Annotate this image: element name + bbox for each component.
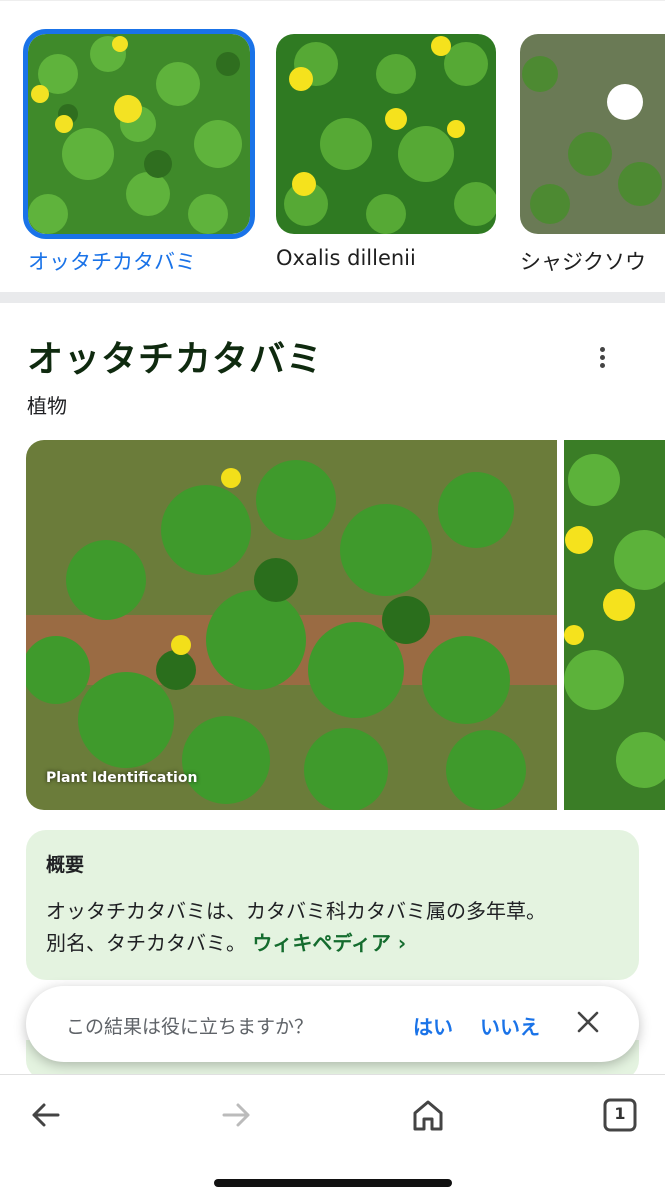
carousel-item-shajikusou[interactable]: シャジクソウ (520, 34, 665, 276)
tab-count: 1 (614, 1104, 626, 1123)
carousel-item-label: オッタチカタバミ (28, 250, 196, 274)
related-carousel: オッタチカタバミ Oxalis dillenii シャジクソウ (0, 0, 665, 292)
wikipedia-link[interactable]: ウィキペディア › (252, 931, 406, 955)
overview-line-1: オッタチカタバミは、カタバミ科カタバミ属の多年草。 (46, 899, 546, 923)
overview-heading: 概要 (46, 854, 85, 876)
more-options-icon[interactable] (592, 345, 612, 373)
carousel-item-otachi[interactable]: オッタチカタバミ (23, 29, 255, 276)
home-indicator (214, 1179, 452, 1187)
overview-line-2-text: 別名、タチカタバミ。 (46, 931, 246, 955)
browser-toolbar: 1 (0, 1074, 665, 1200)
entity-subtitle: 植物 (27, 394, 67, 418)
clover-thumbnail (520, 34, 665, 234)
carousel-item-label: シャジクソウ (520, 250, 646, 274)
carousel-item-oxalis-dillenii[interactable]: Oxalis dillenii (276, 34, 496, 270)
secondary-plant-image[interactable] (564, 440, 665, 810)
main-plant-image[interactable]: Plant Identification (26, 440, 557, 810)
overview-line-2: 別名、タチカタバミ。 ウィキペディア › (46, 927, 619, 959)
home-icon[interactable] (408, 1095, 448, 1135)
feedback-prompt: この結果は役に立ちますか？ はい いいえ (26, 986, 639, 1062)
entity-title: オッタチカタバミ (27, 339, 324, 380)
page: オッタチカタバミ Oxalis dillenii シャジクソウ オッタチカタバミ… (0, 0, 665, 1200)
feedback-no-button[interactable]: いいえ (480, 1011, 540, 1040)
clover-thumbnail (23, 29, 255, 239)
image-caption: Plant Identification (46, 770, 198, 786)
clover-thumbnail (276, 34, 496, 234)
close-icon[interactable] (574, 1008, 602, 1036)
carousel-item-label: Oxalis dillenii (276, 246, 416, 270)
tab-switcher-button[interactable]: 1 (600, 1095, 640, 1135)
feedback-question: この結果は役に立ちますか？ (66, 1016, 314, 1038)
feedback-yes-button[interactable]: はい (413, 1011, 453, 1040)
section-divider (0, 292, 665, 303)
overview-text: オッタチカタバミは、カタバミ科カタバミ属の多年草。 別名、タチカタバミ。 ウィキ… (46, 895, 619, 959)
overview-card: 概要 オッタチカタバミは、カタバミ科カタバミ属の多年草。 別名、タチカタバミ。 … (26, 830, 639, 980)
forward-arrow-icon[interactable] (216, 1095, 256, 1135)
back-arrow-icon[interactable] (26, 1095, 66, 1135)
